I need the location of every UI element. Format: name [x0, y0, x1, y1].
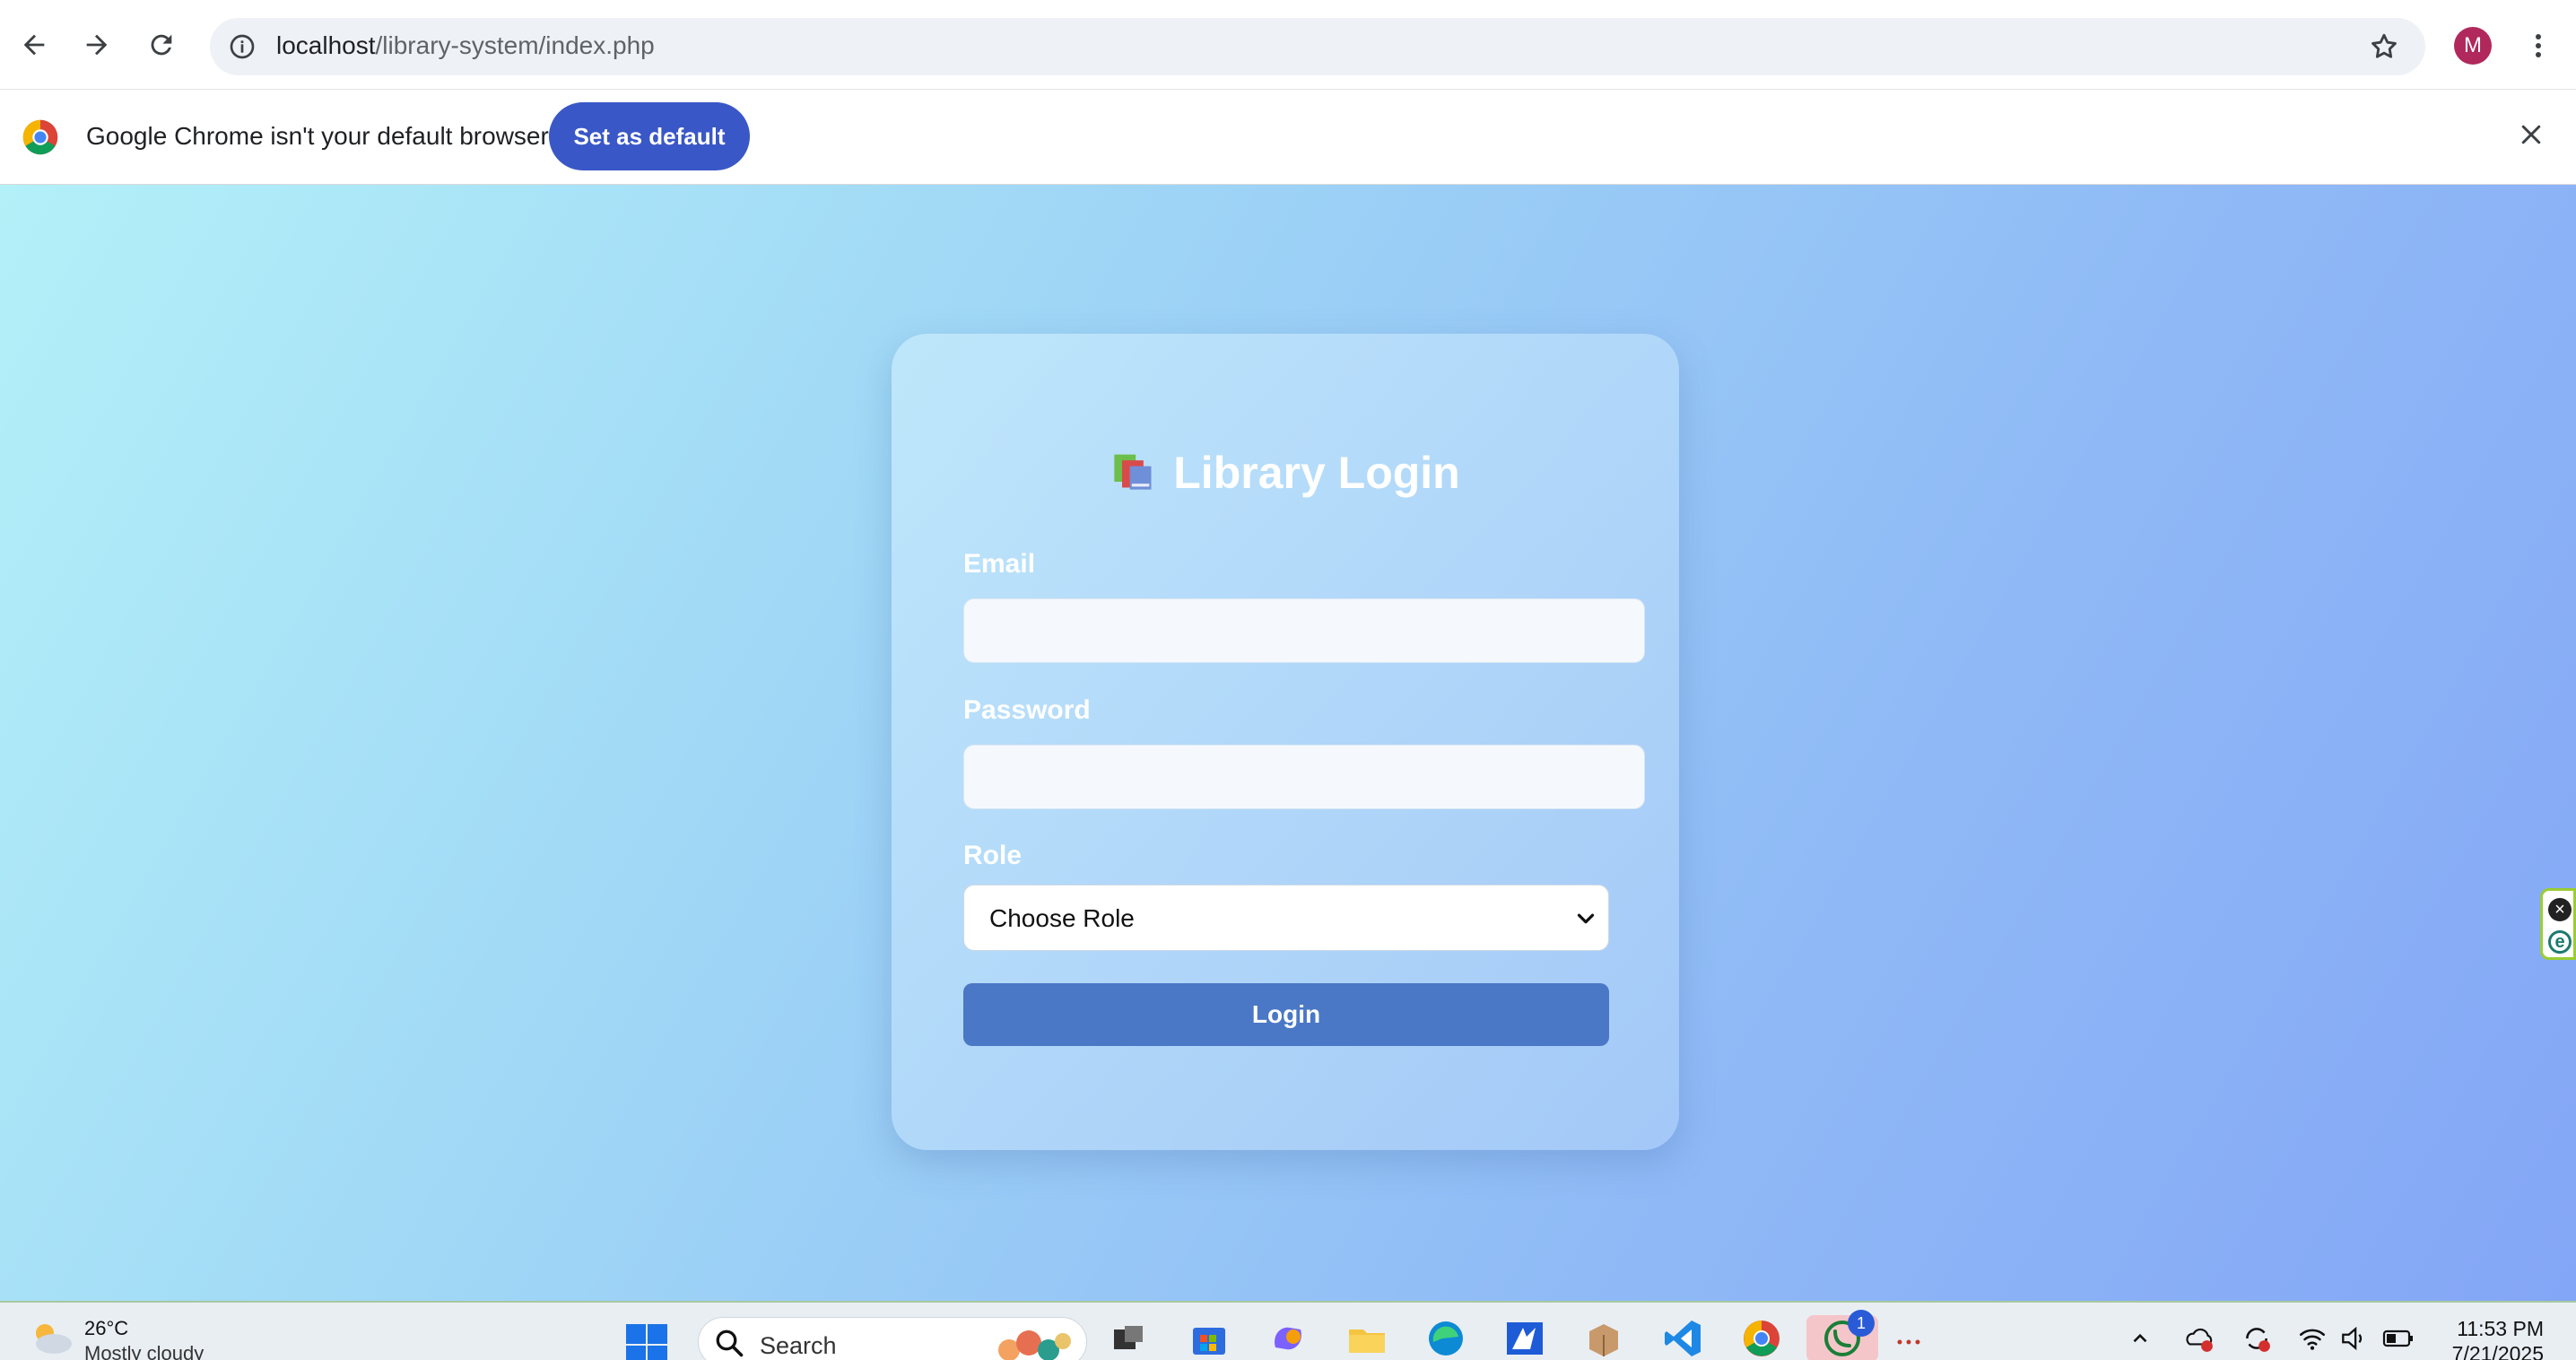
extension-e-icon[interactable]: e [2548, 930, 2572, 954]
more-dots-icon [1897, 1339, 1920, 1345]
password-label: Password [963, 695, 1091, 725]
vs-app[interactable] [1500, 1315, 1550, 1360]
arrow-right-icon [86, 34, 108, 56]
wifi-icon[interactable] [2294, 1321, 2330, 1356]
reload-button[interactable] [136, 20, 187, 70]
onedrive-error-icon[interactable] [2181, 1321, 2217, 1356]
url-text: localhost/library-system/index.php [276, 31, 655, 59]
infobar-message: Google Chrome isn't your default browser [86, 122, 549, 150]
browser-toolbar: localhost/library-system/index.php M [0, 0, 2576, 90]
taskbar-search[interactable]: Search [698, 1317, 1087, 1360]
microsoft-store-app[interactable] [1184, 1315, 1234, 1360]
task-view-app[interactable] [1103, 1315, 1153, 1360]
search-highlight-art-icon [998, 1330, 1071, 1360]
clock-time[interactable]: 11:53 PM [2450, 1317, 2544, 1341]
chrome-logo-icon [22, 119, 58, 155]
reload-icon [151, 34, 172, 56]
notification-badge: 1 [1848, 1310, 1875, 1337]
clock-date[interactable]: 7/21/2025 [2441, 1342, 2544, 1360]
site-info-icon[interactable] [224, 29, 260, 65]
chevron-down-icon [1577, 913, 1595, 924]
page-viewport: Library Login Email Password Role Choose… [0, 185, 2576, 1301]
set-as-default-button[interactable]: Set as default [549, 102, 750, 170]
volume-icon[interactable] [2336, 1321, 2371, 1356]
page-title: Library Login [892, 447, 1679, 499]
edge-app[interactable] [1421, 1315, 1471, 1360]
sync-error-icon[interactable] [2239, 1321, 2275, 1356]
email-field[interactable] [963, 598, 1645, 663]
close-circle-icon[interactable]: × [2548, 898, 2572, 921]
weather-cloudy-icon[interactable] [27, 1317, 74, 1356]
login-button[interactable]: Login [963, 983, 1609, 1046]
profile-avatar[interactable]: M [2454, 27, 2492, 65]
chrome-icon [1744, 1321, 1780, 1356]
extension-side-widget[interactable]: × e [2540, 888, 2576, 960]
weather-description: Mostly cloudy [84, 1342, 205, 1360]
search-placeholder: Search [760, 1332, 837, 1359]
bookmark-star-icon[interactable] [2366, 29, 2402, 65]
store-icon [1193, 1328, 1225, 1355]
more-apps-indicator[interactable] [1893, 1315, 1928, 1360]
file-explorer-app[interactable] [1342, 1315, 1392, 1360]
role-selected-value: Choose Role [989, 904, 1135, 932]
address-bar[interactable]: localhost/library-system/index.php [210, 18, 2425, 75]
vscode-app[interactable] [1658, 1315, 1708, 1360]
edge-icon [1429, 1321, 1463, 1356]
battery-icon[interactable] [2380, 1321, 2416, 1356]
role-select[interactable]: Choose Role [963, 885, 1609, 951]
kebab-menu-icon[interactable] [2520, 25, 2556, 66]
copilot-app[interactable] [1263, 1315, 1313, 1360]
windows-start-icon[interactable] [624, 1322, 669, 1360]
copilot-icon [1275, 1327, 1301, 1350]
login-card: Library Login Email Password Role Choose… [892, 334, 1679, 1150]
weather-temperature: 26°C [84, 1317, 129, 1339]
vscode-icon [1665, 1321, 1701, 1356]
arrow-left-icon [23, 34, 45, 56]
vs-logo-icon [1507, 1322, 1543, 1355]
windows-taskbar: 26°C Mostly cloudy Search 1 11:53 PM 7/2… [0, 1301, 2576, 1360]
package-icon [1589, 1324, 1618, 1356]
default-browser-infobar: Google Chrome isn't your default browser… [0, 90, 2576, 185]
role-label: Role [963, 841, 1023, 870]
chevron-up-icon[interactable] [2122, 1321, 2158, 1356]
email-label: Email [963, 549, 1036, 579]
forward-button[interactable] [72, 20, 122, 70]
folder-icon [1349, 1329, 1385, 1353]
close-icon[interactable] [2513, 117, 2549, 153]
back-button[interactable] [9, 20, 59, 70]
whatsapp-app[interactable]: 1 [1806, 1310, 1878, 1360]
password-field[interactable] [963, 745, 1645, 809]
task-view-icon [1114, 1326, 1143, 1349]
file-archive-app[interactable] [1579, 1315, 1629, 1360]
chrome-app[interactable] [1736, 1315, 1787, 1360]
search-icon [716, 1329, 744, 1357]
books-icon [1114, 454, 1152, 490]
